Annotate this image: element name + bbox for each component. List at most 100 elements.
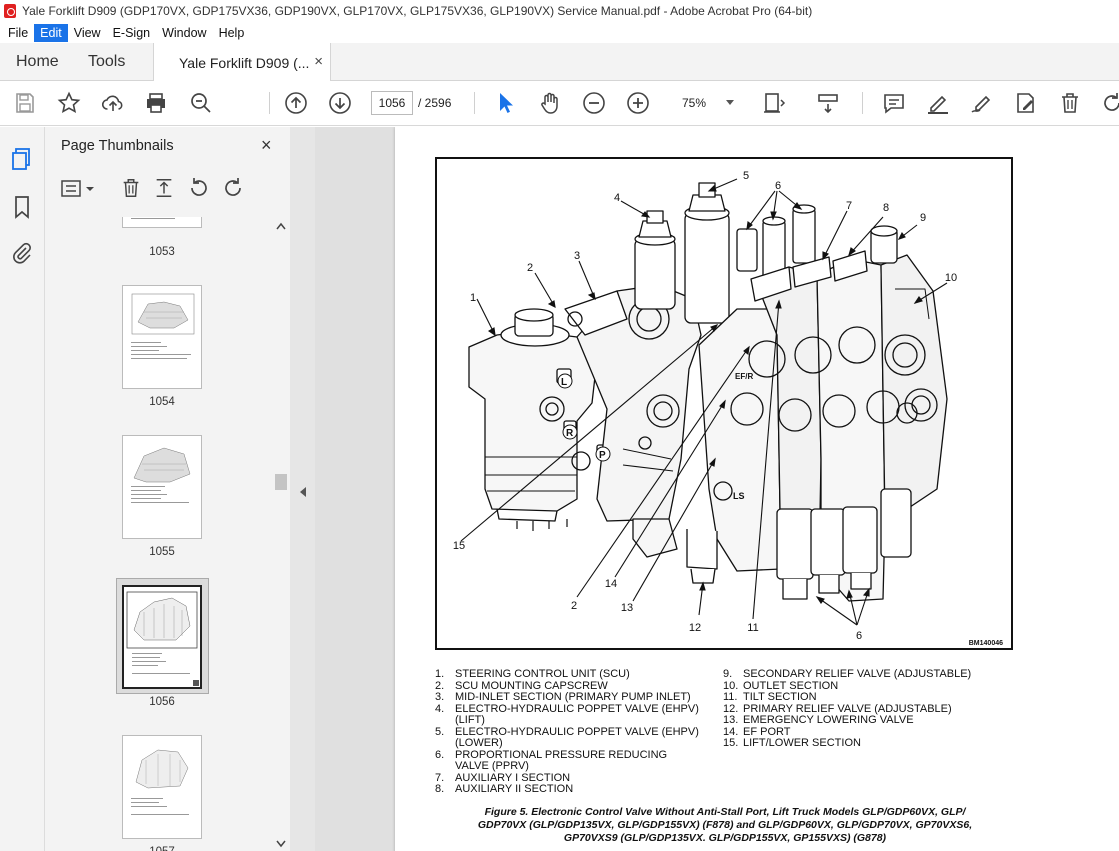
caption-line: GDP70VX (GLP/GDP135VX, GLP/GDP155VX) (F8… (477, 819, 973, 831)
callout-number: 5 (743, 170, 749, 182)
thumbnail-label: 1057 (122, 846, 202, 851)
callout-number: 4 (614, 192, 620, 204)
acrobat-pdf-icon (4, 4, 16, 18)
comment-icon[interactable] (882, 91, 906, 115)
callout-number: 9 (920, 212, 926, 224)
page-number-input[interactable]: 1056 (371, 91, 413, 115)
toolbar (0, 81, 1119, 126)
page-thumbnail-1055[interactable] (122, 435, 202, 539)
extract-page-icon[interactable] (153, 176, 175, 200)
figure-frame: L R P LS EF/R 1 2 3 4 5 6 7 8 9 10 15 2 … (435, 157, 1013, 650)
search-zoom-icon[interactable] (189, 91, 213, 115)
next-page-icon[interactable] (328, 91, 352, 115)
menu-view[interactable]: View (68, 24, 107, 42)
select-cursor-icon[interactable] (494, 91, 518, 115)
page-thumbnail-1057[interactable] (122, 735, 202, 839)
tab-tools[interactable]: Tools (88, 43, 125, 81)
legend-item: (LOWER) (455, 737, 503, 749)
zoom-value: 75% (682, 96, 707, 110)
rotate-icon[interactable] (1100, 91, 1119, 115)
bookmark-star-icon[interactable] (57, 91, 81, 115)
callout-number: 12 (689, 622, 701, 634)
callout-number: 15 (453, 540, 465, 552)
menu-edit[interactable]: Edit (34, 23, 68, 42)
attachments-paperclip-icon[interactable] (10, 241, 34, 265)
delete-page-icon[interactable] (120, 176, 142, 200)
previous-page-icon[interactable] (284, 91, 308, 115)
legend-item: 13. EMERGENCY LOWERING VALVE (723, 714, 914, 726)
print-icon[interactable] (144, 91, 168, 115)
page-thumbnail-1054[interactable] (122, 285, 202, 389)
svg-text:P: P (599, 450, 606, 461)
fill-sign-icon[interactable] (1014, 91, 1038, 115)
callout-number: 6 (856, 630, 862, 642)
menu-window[interactable]: Window (156, 24, 212, 42)
scroll-up-icon[interactable] (276, 222, 286, 230)
scrollbar-thumb[interactable] (275, 474, 287, 490)
menu-file[interactable]: File (2, 24, 34, 42)
pdf-page: L R P LS EF/R 1 2 3 4 5 6 7 8 9 10 15 2 … (395, 127, 1119, 851)
thumbnail-list: 1053 1054 1055 1056 1057 (45, 217, 275, 851)
callout-number: 6 (775, 180, 781, 192)
upload-cloud-icon[interactable] (101, 91, 125, 115)
figure-caption: Figure 5. Electronic Control Valve Witho… (435, 806, 1015, 845)
legend-item: 8. AUXILIARY II SECTION (435, 783, 574, 795)
legend-left-column: 1. STEERING CONTROL UNIT (SCU) 2. SCU MOUN… (435, 668, 699, 796)
page-fit-icon[interactable] (762, 91, 786, 115)
highlight-pen-icon[interactable] (926, 91, 950, 115)
panel-title: Page Thumbnails (61, 138, 174, 154)
zoom-select[interactable]: 75% (668, 91, 742, 115)
bookmarks-icon[interactable] (10, 195, 34, 219)
thumbnail-label: 1054 (149, 396, 175, 408)
callout-number: 14 (605, 578, 617, 590)
document-viewer[interactable]: L R P LS EF/R 1 2 3 4 5 6 7 8 9 10 15 2 … (315, 127, 1119, 851)
menu-esign[interactable]: E-Sign (107, 24, 157, 42)
figure-code: BM140046 (969, 640, 1003, 647)
callout-number: 11 (747, 622, 758, 634)
tab-document[interactable]: Yale Forklift D909 (... × (153, 43, 331, 82)
callout-number: 3 (574, 250, 580, 262)
panel-close-icon[interactable]: × (261, 135, 272, 156)
control-valve-illustration: L R P LS EF/R 1 2 3 4 5 6 7 8 9 10 15 2 … (453, 170, 1003, 647)
zoom-out-icon[interactable] (582, 91, 606, 115)
toolbar-divider (862, 92, 863, 114)
panel-collapse-handle[interactable] (290, 127, 315, 851)
chevron-down-icon (726, 100, 734, 105)
svg-text:R: R (566, 428, 574, 439)
callout-number: 10 (945, 272, 957, 284)
page-thumbnail-1056[interactable] (122, 585, 202, 689)
legend-item: 1. STEERING CONTROL UNIT (SCU) (435, 668, 630, 680)
window-title: Yale Forklift D909 (GDP170VX, GDP175VX36… (22, 4, 813, 18)
collapse-arrow-icon (300, 487, 306, 497)
zoom-in-icon[interactable] (626, 91, 650, 115)
hand-tool-icon[interactable] (538, 91, 562, 115)
draw-sign-icon[interactable] (970, 91, 994, 115)
rotate-clockwise-icon[interactable] (221, 176, 245, 200)
tab-home[interactable]: Home (16, 43, 59, 81)
callout-number: 13 (621, 602, 633, 614)
legend-item: 9. SECONDARY RELIEF VALVE (ADJUSTABLE) (723, 668, 972, 680)
toolbar-divider (269, 92, 270, 114)
scrolling-mode-icon[interactable] (816, 91, 840, 115)
legend-item: 15. LIFT/LOWER SECTION (723, 737, 861, 749)
title-bar: Yale Forklift D909 (GDP170VX, GDP175VX36… (0, 0, 1119, 22)
thumbnail-label: 1055 (149, 546, 175, 558)
delete-trash-icon[interactable] (1058, 91, 1082, 115)
callout-number: 7 (846, 200, 852, 212)
page-thumbnail-1053[interactable] (122, 217, 202, 228)
page-total: / 2596 (418, 96, 452, 110)
thumbnail-options-icon[interactable] (60, 178, 96, 200)
menu-help[interactable]: Help (213, 24, 251, 42)
thumbnail-scrollbar[interactable] (273, 220, 289, 851)
caption-line: Figure 5. Electronic Control Valve Witho… (484, 806, 966, 818)
panel-toolbar (45, 175, 290, 205)
legend-item: VALVE (PPRV) (455, 760, 529, 772)
rotate-counterclockwise-icon[interactable] (187, 176, 211, 200)
thumbnail-label: 1053 (149, 246, 175, 258)
tab-close-icon[interactable]: × (314, 53, 323, 70)
callout-number: 1 (470, 292, 476, 304)
save-icon[interactable] (13, 91, 37, 115)
scroll-down-icon[interactable] (276, 840, 286, 848)
svg-text:LS: LS (733, 491, 745, 501)
page-thumbnails-icon[interactable] (10, 147, 34, 171)
